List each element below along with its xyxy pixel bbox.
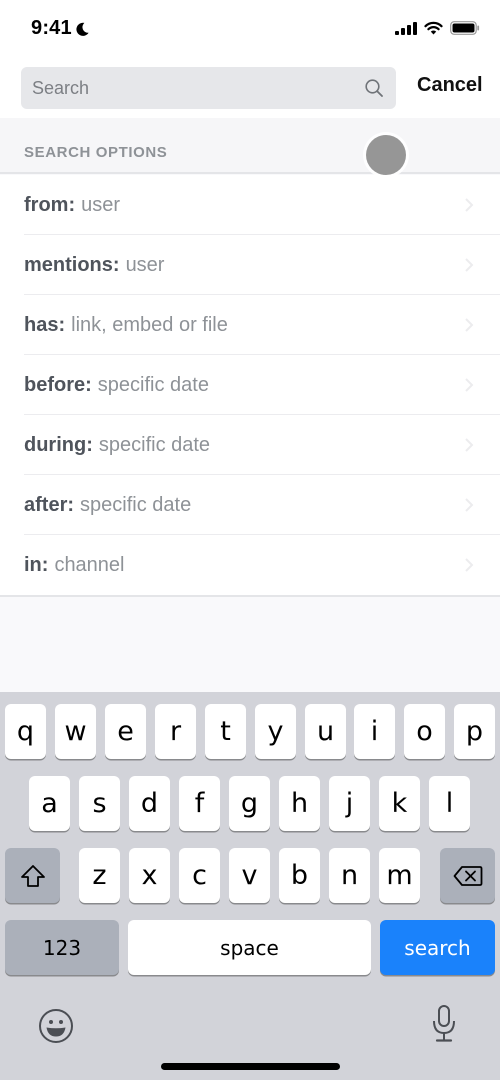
search-options-list: from: user mentions: user has: link, emb… — [0, 175, 500, 597]
option-has[interactable]: has: link, embed or file — [0, 295, 500, 355]
chevron-right-icon — [465, 318, 474, 332]
option-value: link, embed or file — [71, 313, 228, 336]
cancel-button[interactable]: Cancel — [417, 74, 483, 97]
microphone-icon[interactable] — [430, 1004, 458, 1044]
option-before[interactable]: before: specific date — [0, 355, 500, 415]
key-n[interactable]: n — [329, 848, 370, 903]
numbers-key[interactable]: 123 — [5, 920, 119, 975]
key-t[interactable]: t — [205, 704, 246, 759]
key-g[interactable]: g — [229, 776, 270, 831]
space-key[interactable]: space — [128, 920, 371, 975]
key-k[interactable]: k — [379, 776, 420, 831]
status-icons — [395, 21, 480, 35]
key-b[interactable]: b — [279, 848, 320, 903]
key-i[interactable]: i — [354, 704, 395, 759]
status-time: 9:41 — [31, 17, 90, 40]
battery-icon — [450, 21, 480, 35]
key-x[interactable]: x — [129, 848, 170, 903]
option-value: user — [125, 253, 165, 276]
key-y[interactable]: y — [255, 704, 296, 759]
magnifier-icon[interactable] — [364, 78, 384, 98]
option-key: mentions: — [24, 253, 120, 276]
touch-indicator — [366, 135, 406, 175]
emoji-icon[interactable] — [38, 1008, 74, 1044]
chevron-right-icon — [465, 378, 474, 392]
option-value: specific date — [80, 493, 192, 516]
key-e[interactable]: e — [105, 704, 146, 759]
wifi-icon — [424, 21, 443, 35]
top-bar: 9:41 Search Cancel — [0, 0, 500, 118]
option-mentions[interactable]: mentions: user — [0, 235, 500, 295]
option-key: from: — [24, 193, 76, 216]
key-j[interactable]: j — [329, 776, 370, 831]
key-h[interactable]: h — [279, 776, 320, 831]
option-key: has: — [24, 313, 66, 336]
section-title: SEARCH OPTIONS — [24, 144, 168, 161]
option-key: in: — [24, 553, 49, 576]
key-a[interactable]: a — [29, 776, 70, 831]
keyboard: q w e r t y u i o p a s d f g h j k l z … — [0, 692, 500, 1080]
key-s[interactable]: s — [79, 776, 120, 831]
option-value: channel — [54, 553, 125, 576]
search-key[interactable]: search — [380, 920, 495, 975]
screen: 9:41 Search Cancel SEARCH OPTIONS from: … — [0, 0, 500, 1080]
option-key: before: — [24, 373, 92, 396]
key-l[interactable]: l — [429, 776, 470, 831]
option-during[interactable]: during: specific date — [0, 415, 500, 475]
cellular-signal-icon — [395, 21, 417, 35]
key-d[interactable]: d — [129, 776, 170, 831]
chevron-right-icon — [465, 198, 474, 212]
key-q[interactable]: q — [5, 704, 46, 759]
search-input[interactable] — [32, 67, 352, 109]
shift-key[interactable] — [5, 848, 60, 903]
key-w[interactable]: w — [55, 704, 96, 759]
backspace-icon — [453, 865, 482, 886]
option-value: user — [81, 193, 121, 216]
option-in[interactable]: in: channel — [0, 535, 500, 595]
chevron-right-icon — [465, 438, 474, 452]
shift-icon — [20, 864, 45, 887]
search-box[interactable] — [21, 67, 396, 109]
key-p[interactable]: p — [454, 704, 495, 759]
key-c[interactable]: c — [179, 848, 220, 903]
option-key: during: — [24, 433, 93, 456]
key-r[interactable]: r — [155, 704, 196, 759]
option-value: specific date — [97, 373, 209, 396]
chevron-right-icon — [465, 258, 474, 272]
home-indicator[interactable] — [161, 1063, 340, 1070]
option-key: after: — [24, 493, 75, 516]
moon-icon — [76, 22, 89, 36]
option-from[interactable]: from: user — [0, 175, 500, 235]
key-o[interactable]: o — [404, 704, 445, 759]
key-v[interactable]: v — [229, 848, 270, 903]
key-z[interactable]: z — [79, 848, 120, 903]
delete-key[interactable] — [440, 848, 495, 903]
option-value: specific date — [98, 433, 211, 456]
chevron-right-icon — [465, 558, 474, 572]
chevron-right-icon — [465, 498, 474, 512]
search-options-header: SEARCH OPTIONS — [0, 118, 500, 174]
key-m[interactable]: m — [379, 848, 420, 903]
key-u[interactable]: u — [305, 704, 346, 759]
option-after[interactable]: after: specific date — [0, 475, 500, 535]
key-f[interactable]: f — [179, 776, 220, 831]
clock: 9:41 — [31, 17, 72, 39]
